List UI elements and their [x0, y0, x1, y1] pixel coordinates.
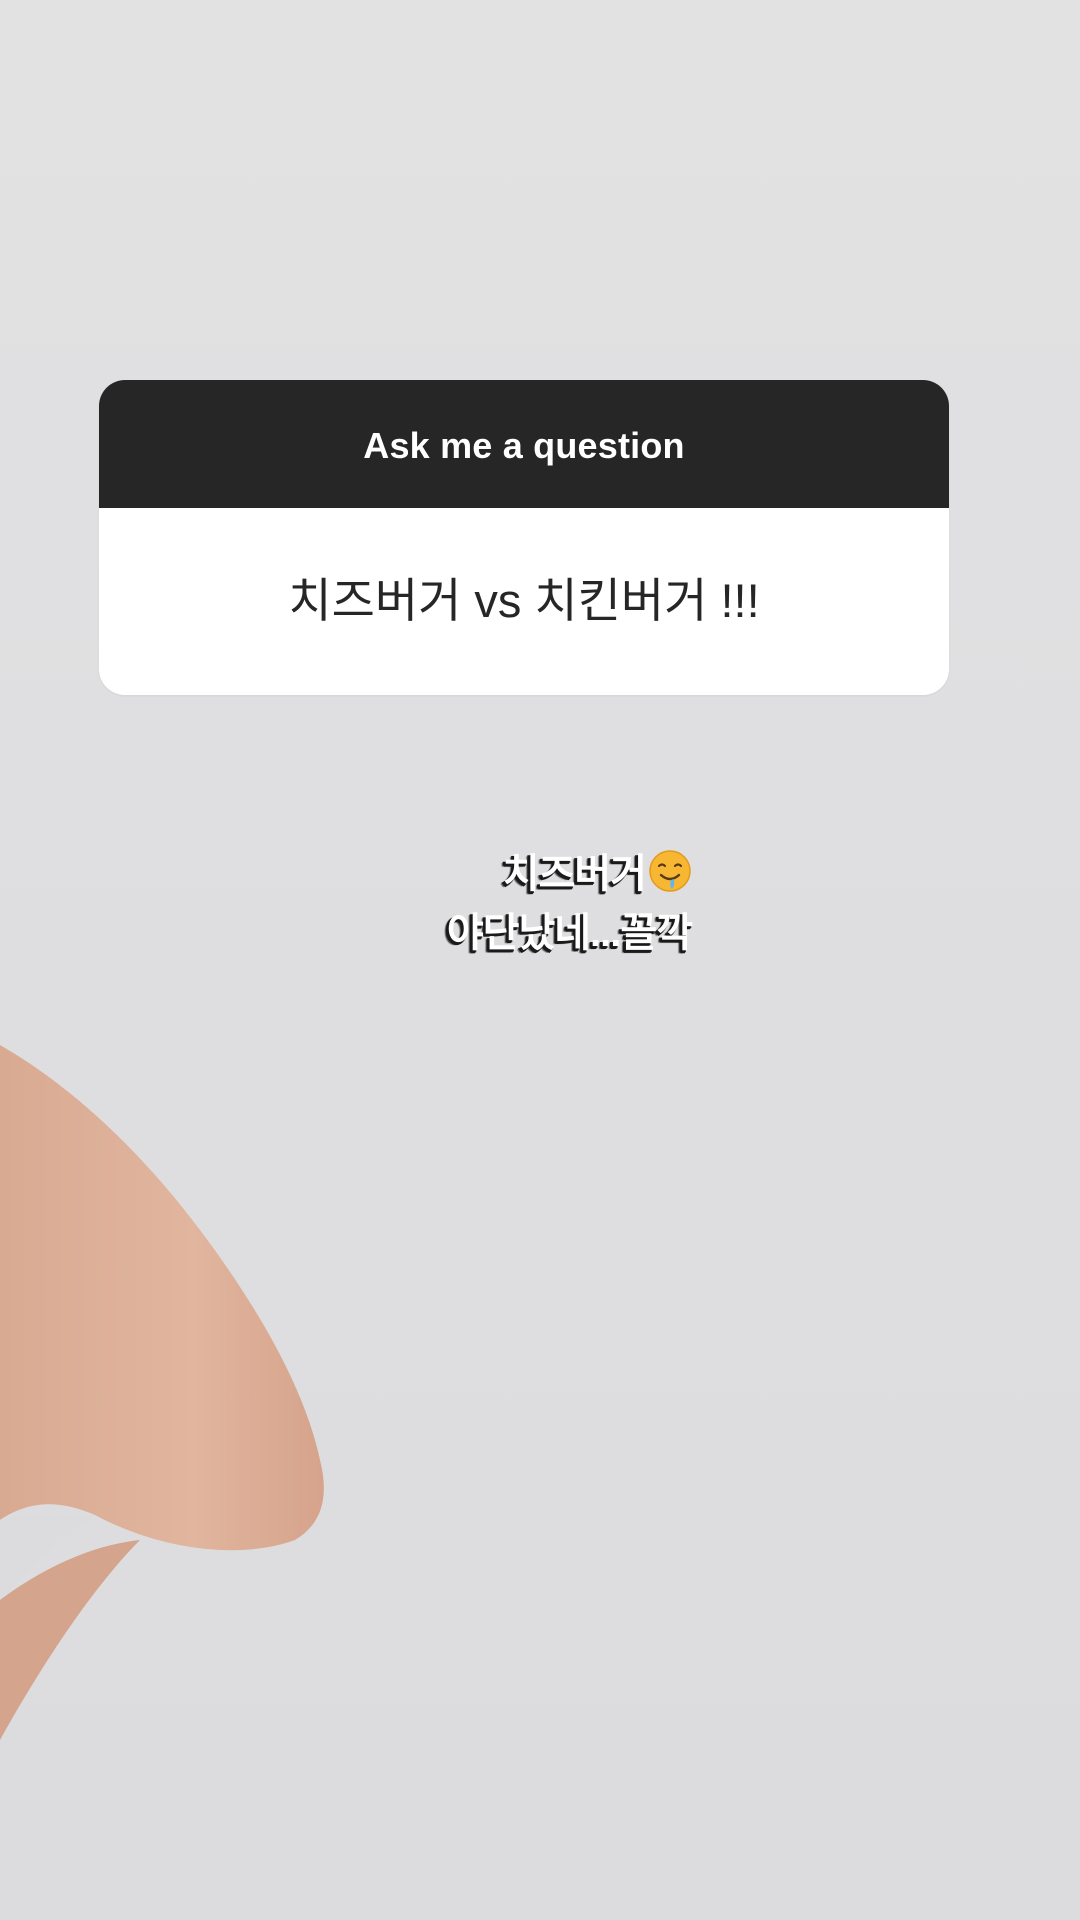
reply-line-1: 치즈버거: [0, 845, 692, 904]
drooling-face-icon: [649, 850, 691, 892]
question-sticker[interactable]: Ask me a question 치즈버거 vs 치킨버거 !!!: [99, 380, 949, 695]
reply-line-2: 야단났네...꼴깍: [446, 911, 693, 955]
reply-line-1-text: 치즈버거: [502, 852, 647, 896]
question-sticker-body: 치즈버거 vs 치킨버거 !!!: [99, 508, 949, 695]
question-sticker-header: Ask me a question: [99, 380, 949, 508]
question-text: 치즈버거 vs 치킨버거 !!!: [288, 574, 760, 627]
story-reply-text: 치즈버거 야단났네...꼴깍: [0, 845, 693, 963]
question-sticker-title: Ask me a question: [363, 425, 685, 466]
